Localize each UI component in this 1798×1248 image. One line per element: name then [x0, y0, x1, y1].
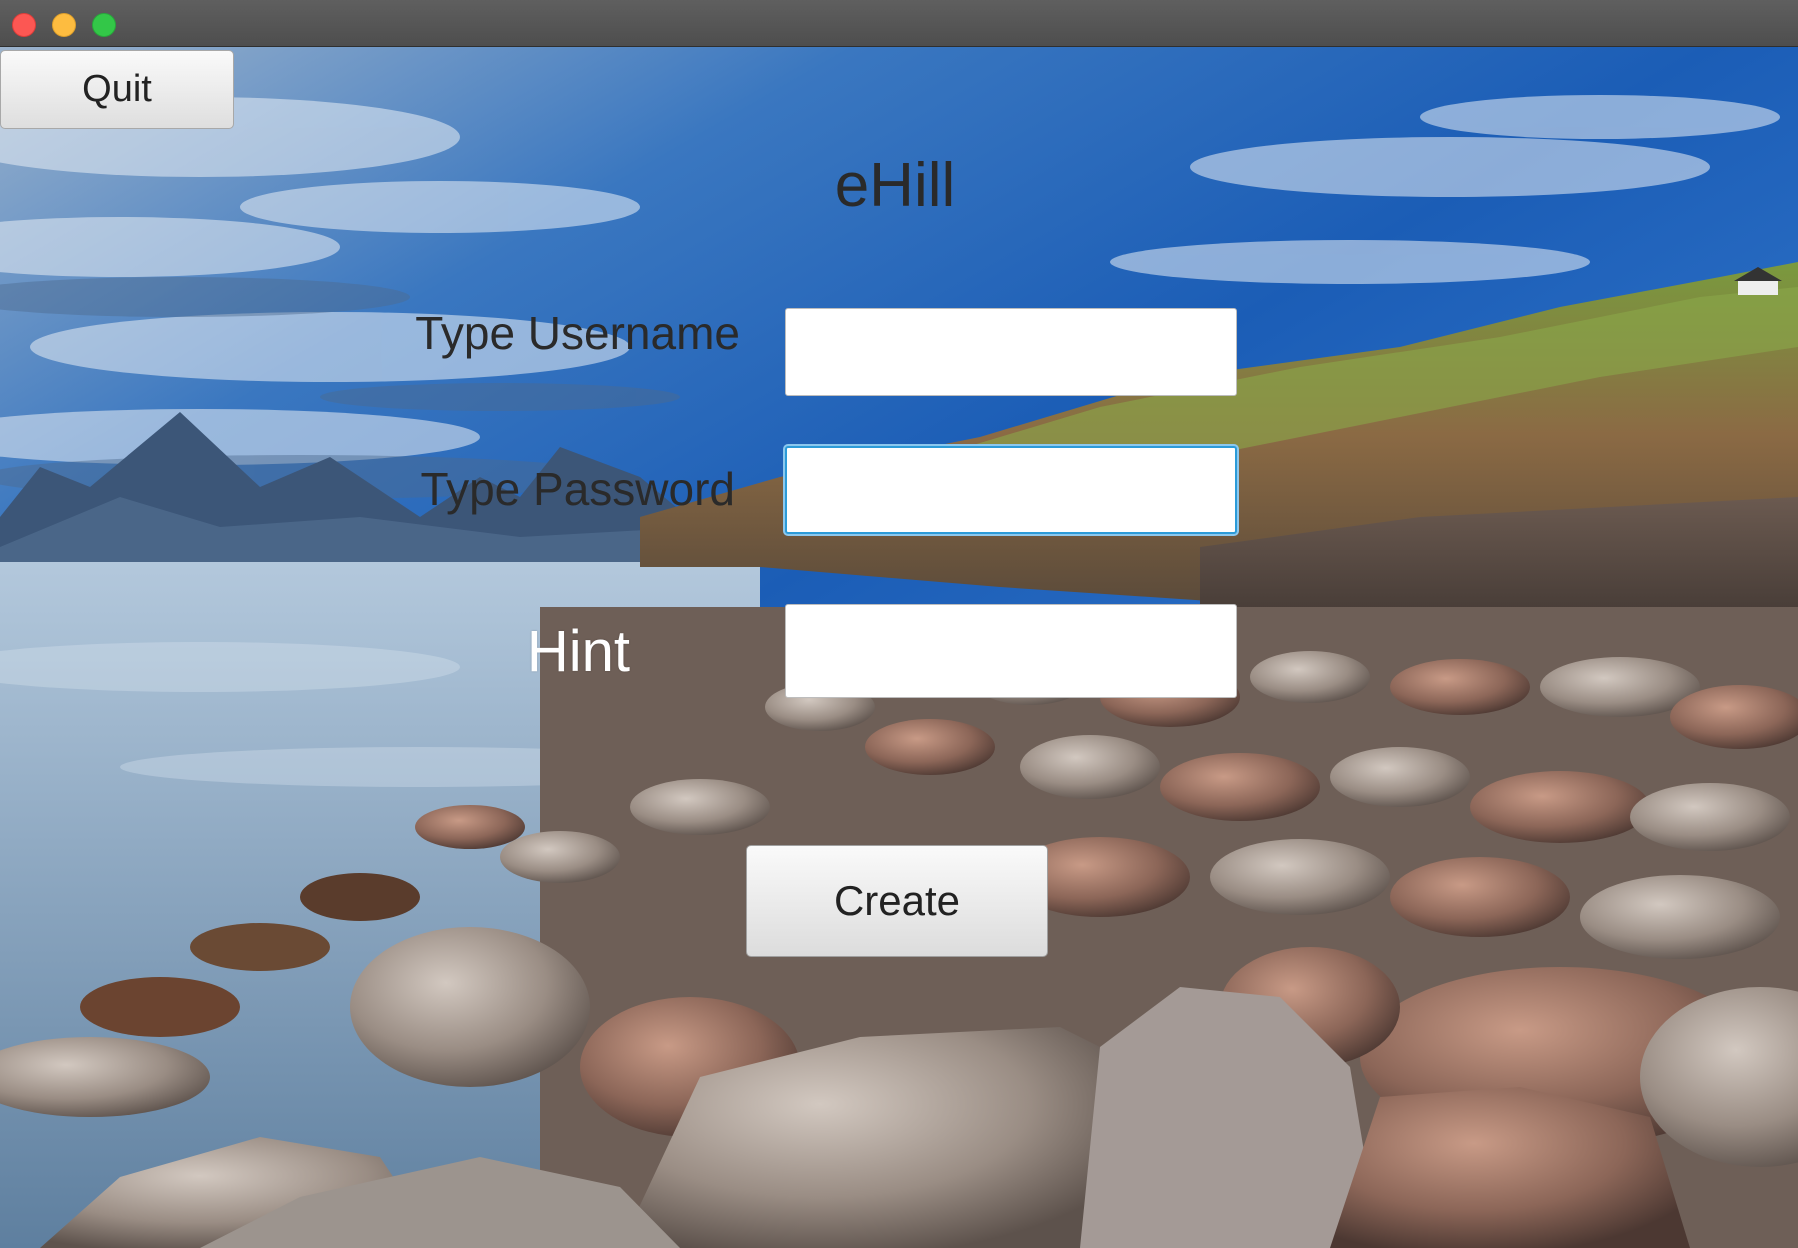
title-bar[interactable]: [0, 0, 1798, 47]
zoom-window-icon[interactable]: [92, 13, 116, 37]
app-title: eHill: [834, 151, 956, 220]
hint-label: Hint: [526, 619, 630, 684]
password-field[interactable]: [785, 446, 1237, 534]
close-window-icon[interactable]: [12, 13, 36, 37]
quit-button[interactable]: Quit: [0, 50, 234, 129]
username-field[interactable]: [785, 308, 1237, 396]
app-window: Quit eHill Type Username Type Password H…: [0, 0, 1798, 1248]
username-label: Type Username: [415, 307, 740, 359]
create-button[interactable]: Create: [746, 845, 1048, 957]
minimize-window-icon[interactable]: [52, 13, 76, 37]
password-label: Type Password: [420, 463, 735, 515]
hint-field[interactable]: [785, 604, 1237, 698]
